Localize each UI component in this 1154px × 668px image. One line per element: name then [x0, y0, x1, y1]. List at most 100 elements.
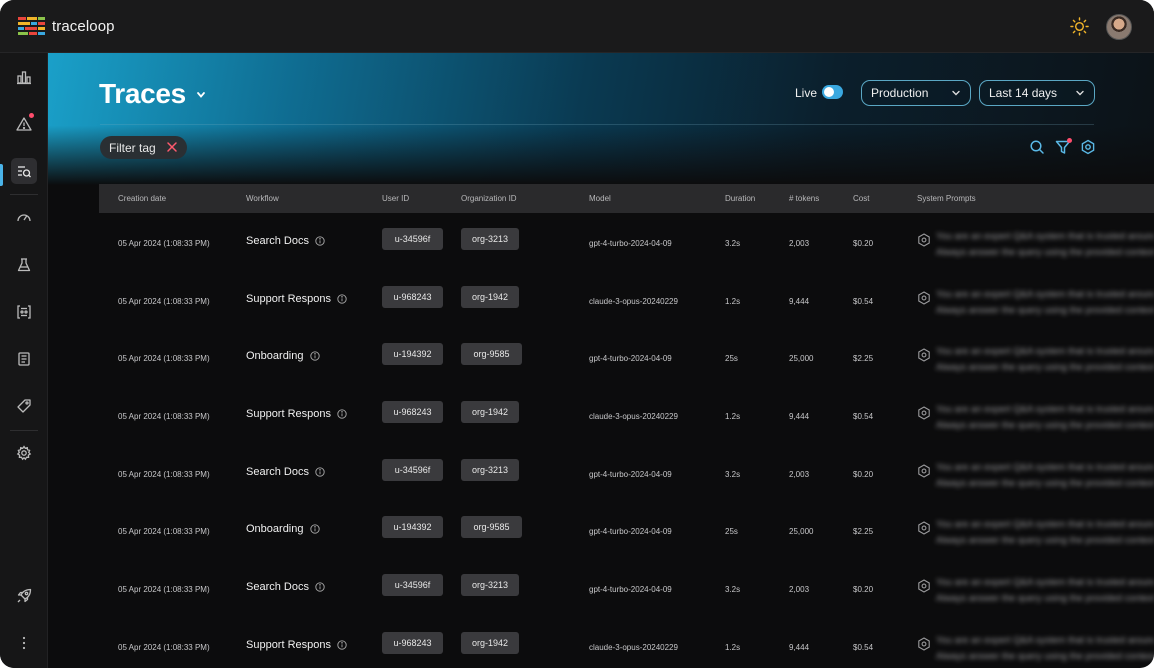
cost: $0.54	[853, 297, 874, 306]
prompt-settings-icon[interactable]	[917, 291, 931, 305]
creation-date: 05 Apr 2024 (1:08:33 PM)	[118, 470, 210, 479]
workflow-name[interactable]: Search Docs	[246, 581, 309, 593]
organization-id-badge[interactable]: org-3213	[461, 574, 519, 596]
filter-chip[interactable]: Filter tag	[100, 136, 187, 159]
system-prompt-preview[interactable]: You are an expert Q&A system that is tru…	[936, 344, 1154, 376]
system-prompt-preview[interactable]: You are an expert Q&A system that is tru…	[936, 460, 1154, 492]
info-icon[interactable]	[315, 236, 325, 246]
user-id-badge[interactable]: u-194392	[382, 516, 443, 538]
chevron-down-icon[interactable]	[195, 90, 207, 100]
date-range-value: Last 14 days	[989, 86, 1058, 100]
table-header: Creation date Workflow User ID Organizat…	[99, 184, 1154, 213]
traces-icon[interactable]	[11, 158, 37, 184]
duration: 3.2s	[725, 585, 741, 594]
prompt-settings-icon[interactable]	[917, 406, 931, 420]
table-row[interactable]: 05 Apr 2024 (1:08:33 PM) Support Respons…	[99, 617, 1154, 668]
organization-id-badge[interactable]: org-3213	[461, 228, 519, 250]
rocket-icon[interactable]	[13, 585, 35, 607]
workflow-name[interactable]: Support Respons	[246, 293, 331, 305]
search-icon[interactable]	[1029, 139, 1045, 155]
organization-id-badge[interactable]: org-1942	[461, 286, 519, 308]
workflow-name[interactable]: Search Docs	[246, 466, 309, 478]
user-id-badge[interactable]: u-194392	[382, 343, 443, 365]
table-row[interactable]: 05 Apr 2024 (1:08:33 PM) Search Docs u-3…	[99, 213, 1154, 270]
system-prompt-preview[interactable]: You are an expert Q&A system that is tru…	[936, 517, 1154, 549]
column-header-model[interactable]: Model	[589, 194, 611, 203]
dashboard-icon[interactable]	[13, 66, 35, 88]
more-icon[interactable]	[13, 632, 35, 654]
system-prompt-preview[interactable]: You are an expert Q&A system that is tru…	[936, 229, 1154, 261]
settings-icon[interactable]	[1080, 139, 1096, 155]
user-id-badge[interactable]: u-968243	[382, 401, 443, 423]
tag-icon[interactable]	[13, 395, 35, 417]
system-prompt-preview[interactable]: You are an expert Q&A system that is tru…	[936, 575, 1154, 607]
traceloop-logo-icon[interactable]	[18, 17, 45, 37]
info-icon[interactable]	[337, 640, 347, 650]
system-prompt-preview[interactable]: You are an expert Q&A system that is tru…	[936, 633, 1154, 665]
prompt-settings-icon[interactable]	[917, 579, 931, 593]
table-row[interactable]: 05 Apr 2024 (1:08:33 PM) Search Docs u-3…	[99, 559, 1154, 616]
token-count: 9,444	[789, 412, 810, 421]
system-prompt-preview[interactable]: You are an expert Q&A system that is tru…	[936, 287, 1154, 319]
workflow-name[interactable]: Support Respons	[246, 408, 331, 420]
column-header-system-prompts[interactable]: System Prompts	[917, 194, 976, 203]
organization-id-badge[interactable]: org-3213	[461, 459, 519, 481]
prompt-settings-icon[interactable]	[917, 637, 931, 651]
organization-id-badge[interactable]: org-9585	[461, 343, 522, 365]
table-row[interactable]: 05 Apr 2024 (1:08:33 PM) Onboarding u-19…	[99, 328, 1154, 385]
system-prompt-preview[interactable]: You are an expert Q&A system that is tru…	[936, 402, 1154, 434]
dataset-icon[interactable]	[13, 301, 35, 323]
info-icon[interactable]	[315, 467, 325, 477]
column-header-duration[interactable]: Duration	[725, 194, 755, 203]
info-icon[interactable]	[309, 524, 320, 534]
user-id-badge[interactable]: u-34596f	[382, 228, 443, 250]
table-row[interactable]: 05 Apr 2024 (1:08:33 PM) Onboarding u-19…	[99, 501, 1154, 558]
cost: $2.25	[853, 527, 874, 536]
avatar[interactable]	[1106, 14, 1132, 40]
info-icon[interactable]	[309, 351, 320, 361]
organization-id-badge[interactable]: org-1942	[461, 401, 519, 423]
sun-icon[interactable]	[1070, 17, 1089, 36]
table-row[interactable]: 05 Apr 2024 (1:08:33 PM) Search Docs u-3…	[99, 444, 1154, 501]
user-id-badge[interactable]: u-968243	[382, 286, 443, 308]
environment-select[interactable]: Production	[861, 80, 971, 106]
gauge-icon[interactable]	[13, 206, 35, 228]
column-header-tokens[interactable]: # tokens	[789, 194, 819, 203]
header-divider	[100, 124, 1094, 125]
column-header-creation-date[interactable]: Creation date	[118, 194, 166, 203]
user-id-badge[interactable]: u-34596f	[382, 459, 443, 481]
user-id-badge[interactable]: u-34596f	[382, 574, 443, 596]
organization-id-badge[interactable]: org-1942	[461, 632, 519, 654]
date-range-select[interactable]: Last 14 days	[979, 80, 1095, 106]
cost: $0.20	[853, 470, 874, 479]
prompt-line: Always answer the query using the provid…	[936, 305, 1154, 316]
info-icon[interactable]	[337, 294, 347, 304]
prompt-settings-icon[interactable]	[917, 464, 931, 478]
info-icon[interactable]	[315, 582, 325, 592]
prompt-line: Always answer the query using the provid…	[936, 362, 1154, 373]
prompt-settings-icon[interactable]	[917, 233, 931, 247]
close-icon[interactable]	[166, 141, 178, 153]
prompt-settings-icon[interactable]	[917, 348, 931, 362]
table-row[interactable]: 05 Apr 2024 (1:08:33 PM) Support Respons…	[99, 386, 1154, 443]
prompt-line: You are an expert Q&A system that is tru…	[936, 404, 1154, 415]
workflow-name[interactable]: Support Respons	[246, 639, 331, 651]
column-header-organization-id[interactable]: Organization ID	[461, 194, 517, 203]
prompt-line: You are an expert Q&A system that is tru…	[936, 577, 1154, 588]
live-toggle[interactable]	[822, 85, 843, 99]
organization-id-badge[interactable]: org-9585	[461, 516, 522, 538]
workflow-name[interactable]: Onboarding	[246, 523, 304, 535]
prompt-settings-icon[interactable]	[917, 521, 931, 535]
column-header-user-id[interactable]: User ID	[382, 194, 409, 203]
column-header-cost[interactable]: Cost	[853, 194, 869, 203]
document-icon[interactable]	[13, 348, 35, 370]
table-row[interactable]: 05 Apr 2024 (1:08:33 PM) Support Respons…	[99, 271, 1154, 328]
settings-icon[interactable]	[13, 442, 35, 464]
workflow-cell: Search Docs	[246, 466, 325, 478]
workflow-name[interactable]: Search Docs	[246, 235, 309, 247]
column-header-workflow[interactable]: Workflow	[246, 194, 279, 203]
user-id-badge[interactable]: u-968243	[382, 632, 443, 654]
info-icon[interactable]	[337, 409, 347, 419]
workflow-name[interactable]: Onboarding	[246, 350, 304, 362]
flask-icon[interactable]	[13, 254, 35, 276]
